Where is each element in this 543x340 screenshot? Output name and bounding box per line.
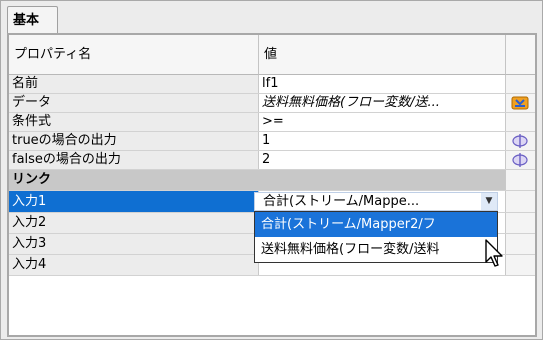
row-button-cell: [506, 213, 535, 233]
property-name: falseの場合の出力: [9, 151, 259, 169]
property-name: 条件式: [9, 113, 259, 131]
column-header-button: [506, 35, 535, 75]
dropdown-option[interactable]: 合計(ストリーム/Mapper2/フ: [255, 212, 497, 237]
property-name: 入力1: [9, 191, 259, 212]
tab-basic[interactable]: 基本: [7, 6, 58, 34]
property-value[interactable]: 送料無料価格(フロー変数/送...: [259, 94, 506, 112]
property-value[interactable]: 1: [259, 132, 506, 150]
property-name: 入力2: [9, 213, 259, 233]
row-button-cell: [506, 113, 535, 131]
row-button-cell: [506, 132, 535, 150]
section-row: リンク: [9, 170, 535, 191]
row-button-cell: [506, 151, 535, 169]
property-name: 入力4: [9, 255, 259, 275]
property-name: データ: [9, 94, 259, 112]
row-button-cell: [506, 94, 535, 112]
combo-dropdown-list: 合計(ストリーム/Mapper2/フ 送料無料価格(フロー変数/送料: [254, 211, 498, 263]
expression-icon[interactable]: [511, 151, 529, 169]
table-row[interactable]: falseの場合の出力 2: [9, 151, 535, 170]
dropdown-option[interactable]: 送料無料価格(フロー変数/送料: [255, 237, 497, 262]
property-name: 名前: [9, 75, 259, 93]
combo-value: 合計(ストリーム/Mappe...: [263, 194, 420, 209]
row-button-cell: [506, 75, 535, 93]
table-row[interactable]: 条件式 >=: [9, 113, 535, 132]
mouse-cursor-icon: [485, 239, 503, 267]
row-button-cell: [506, 255, 535, 275]
property-value[interactable]: >=: [259, 113, 506, 131]
property-value[interactable]: 2: [259, 151, 506, 169]
row-button-cell: [506, 170, 535, 190]
row-button-cell: [506, 234, 535, 254]
input1-combobox[interactable]: 合計(ストリーム/Mappe... ▼: [254, 192, 498, 211]
table-row[interactable]: trueの場合の出力 1: [9, 132, 535, 151]
table-row[interactable]: データ 送料無料価格(フロー変数/送...: [9, 94, 535, 113]
property-value[interactable]: lf1: [259, 75, 506, 93]
expression-icon[interactable]: [511, 132, 529, 150]
properties-window: 基本 プロパティ名 値 名前 lf1 データ 送料無料価格(フロー変数/送...: [0, 0, 543, 340]
table-row[interactable]: 名前 lf1: [9, 75, 535, 94]
empty-area: [9, 276, 535, 335]
property-name: trueの場合の出力: [9, 132, 259, 150]
property-name: 入力3: [9, 234, 259, 254]
properties-panel: プロパティ名 値 名前 lf1 データ 送料無料価格(フロー変数/送... 条件…: [7, 33, 537, 337]
column-header-property-name[interactable]: プロパティ名: [9, 35, 259, 75]
chevron-down-icon[interactable]: ▼: [481, 193, 497, 210]
section-label: リンク: [9, 170, 506, 190]
column-header-value[interactable]: 値: [259, 35, 506, 75]
row-button-cell: [506, 191, 535, 212]
data-picker-icon[interactable]: [511, 94, 529, 112]
